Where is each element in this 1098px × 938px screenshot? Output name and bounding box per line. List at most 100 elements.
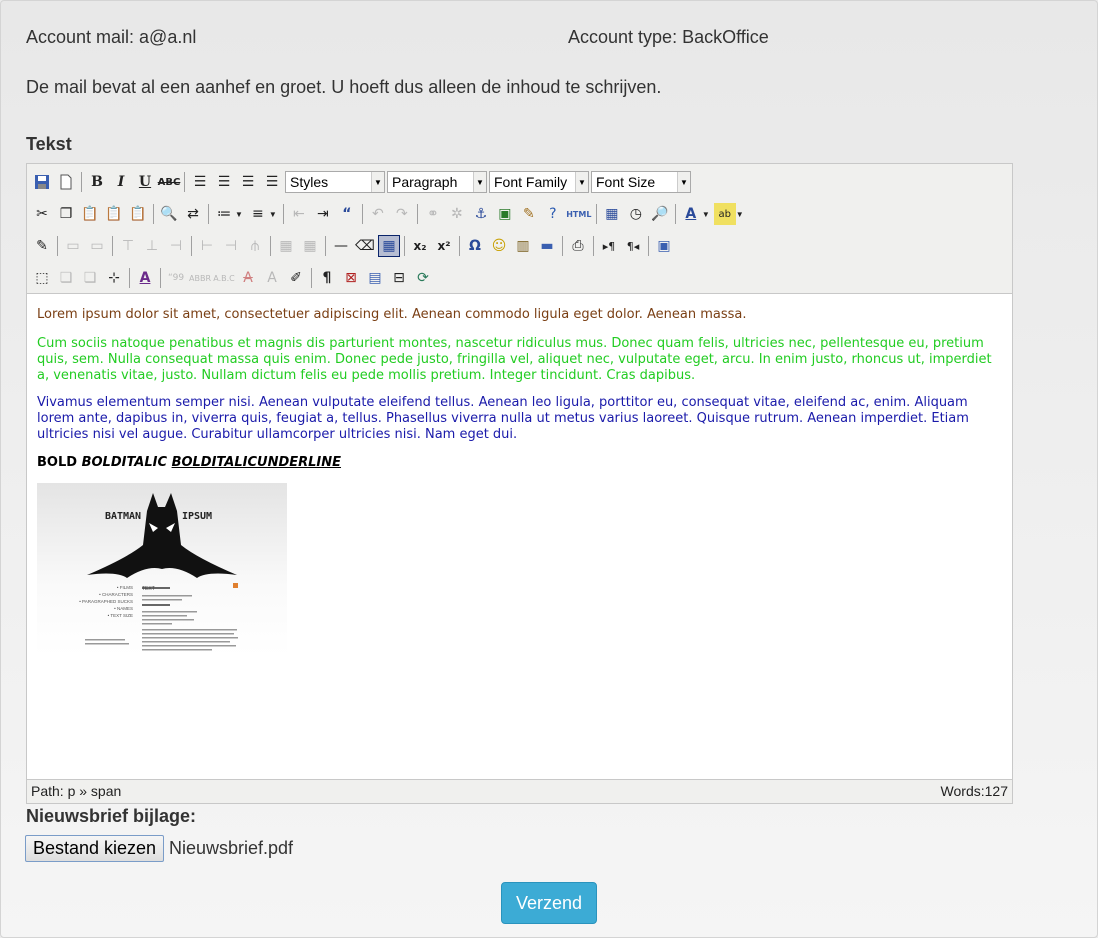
bold-text: BOLD [37, 455, 78, 470]
move-backward-icon[interactable]: ❏ [79, 267, 101, 289]
choose-file-button[interactable]: Bestand kiezen [25, 835, 164, 862]
nonbreaking-icon[interactable]: ⊠ [340, 267, 362, 289]
style-props-icon[interactable]: A [134, 267, 156, 289]
italic-icon[interactable]: I [110, 171, 132, 193]
ltr-icon[interactable]: ▸¶ [598, 235, 620, 257]
text-color-icon[interactable]: A [680, 203, 702, 225]
submit-button[interactable]: Verzend [501, 882, 597, 924]
split-cells-icon[interactable]: ⫛ [244, 235, 266, 257]
absolute-icon[interactable]: ⊹ [103, 267, 125, 289]
new-document-icon[interactable] [55, 171, 77, 193]
special-char-icon[interactable]: Ω [464, 235, 486, 257]
chevron-down-icon[interactable]: ▼ [235, 210, 243, 219]
help-icon[interactable]: ? [542, 203, 564, 225]
cleanup-icon[interactable]: ✎ [518, 203, 540, 225]
insert-date-icon[interactable]: ▦ [601, 203, 623, 225]
anchor-icon[interactable]: ⚓ [470, 203, 492, 225]
styles-select[interactable]: Styles ▼ [285, 171, 385, 193]
indent-icon[interactable]: ⇥ [312, 203, 334, 225]
account-type: Account type: BackOffice [568, 27, 769, 47]
insert-row-icon[interactable]: ▭ [62, 235, 84, 257]
move-forward-icon[interactable]: ❏ [55, 267, 77, 289]
bullet-list-icon[interactable]: ≔ [213, 203, 235, 225]
align-left-icon[interactable]: ☰ [189, 171, 211, 193]
subscript-icon[interactable]: x₂ [409, 235, 431, 257]
bold-icon[interactable]: B [86, 171, 108, 193]
toolbar-separator [191, 236, 192, 256]
font-size-select[interactable]: Font Size ▼ [591, 171, 691, 193]
numbered-list-icon[interactable]: ≡ [247, 203, 269, 225]
batman-image-art: BATMAN IPSUM TEXT • FILMS • CHARACTERS •… [79, 493, 238, 651]
toolbar-separator [674, 204, 676, 224]
page-break-icon[interactable]: ⊟ [388, 267, 410, 289]
row-before-icon[interactable]: ⊤ [117, 235, 139, 257]
col-before-icon[interactable]: ⊢ [196, 235, 218, 257]
editor-content[interactable]: Lorem ipsum dolor sit amet, consectetuer… [27, 293, 1012, 780]
delete-row-icon[interactable]: ▭ [86, 235, 108, 257]
merge-cells-icon[interactable]: ▦ [299, 235, 321, 257]
superscript-icon[interactable]: x² [433, 235, 455, 257]
rtl-icon[interactable]: ¶◂ [622, 235, 644, 257]
outdent-icon[interactable]: ⇤ [288, 203, 310, 225]
delete-col-icon[interactable]: ⊣ [165, 235, 187, 257]
insert-text-icon[interactable]: A [261, 267, 283, 289]
delete-text-icon[interactable]: A [237, 267, 259, 289]
advanced-hr-icon[interactable]: ▬ [536, 235, 558, 257]
insert-time-icon[interactable]: ◷ [625, 203, 647, 225]
chevron-down-icon[interactable]: ▼ [702, 210, 710, 219]
font-family-select[interactable]: Font Family ▼ [489, 171, 589, 193]
preview-icon[interactable]: 🔎 [649, 203, 671, 225]
blockquote-icon[interactable]: “ [336, 203, 358, 225]
unlink-icon[interactable]: ✲ [446, 203, 468, 225]
undo-icon[interactable]: ↶ [367, 203, 389, 225]
chevron-down-icon[interactable]: ▼ [269, 210, 277, 219]
paragraph-select[interactable]: Paragraph ▼ [387, 171, 487, 193]
fullscreen-icon[interactable]: ▣ [653, 235, 675, 257]
template-icon[interactable]: ▤ [364, 267, 386, 289]
link-icon[interactable]: ⚭ [422, 203, 444, 225]
eraser-icon[interactable]: ⌫ [354, 235, 376, 257]
chevron-down-icon[interactable]: ▼ [736, 210, 744, 219]
html-source-icon[interactable]: HTML [566, 203, 592, 225]
image-menu-item: • NAMES [114, 606, 133, 611]
abbr-icon[interactable]: ABBR [189, 267, 211, 289]
background-color-icon[interactable]: ab [713, 203, 736, 225]
bolditalic-text: BOLDITALIC [81, 455, 168, 470]
embedded-image[interactable]: BATMAN IPSUM TEXT • FILMS • CHARACTERS •… [37, 483, 287, 656]
media-icon[interactable]: ▥ [512, 235, 534, 257]
cite-icon[interactable]: “99 [165, 267, 187, 289]
copy-icon[interactable]: ❐ [55, 203, 77, 225]
strikethrough-icon[interactable]: ABC [158, 171, 181, 193]
toolbar-separator [361, 204, 363, 224]
visual-chars-icon[interactable]: ¶ [316, 267, 338, 289]
horizontal-rule-icon[interactable]: — [330, 235, 352, 257]
visual-aid-icon[interactable]: ⟳ [412, 267, 434, 289]
underline-icon[interactable]: U [134, 171, 156, 193]
redo-icon[interactable]: ↷ [391, 203, 413, 225]
emoticon-icon[interactable]: ☺ [488, 235, 510, 257]
toolbar-separator [404, 236, 405, 256]
cut-icon[interactable]: ✂ [31, 203, 53, 225]
font-size-select-label: Font Size [596, 174, 656, 190]
align-right-icon[interactable]: ☰ [237, 171, 259, 193]
print-icon[interactable]: ⎙ [567, 235, 589, 257]
paste-icon[interactable]: 📋 [79, 203, 101, 225]
toolbar-row-4: ⬚ ❏ ❏ ⊹ A “99 ABBR A.B.C A A ✐ ¶ ⊠ ▤ ⊟ ⟳ [31, 265, 436, 291]
insert-layer-icon[interactable]: ⬚ [31, 267, 53, 289]
align-justify-icon[interactable]: ☰ [261, 171, 283, 193]
attributes-icon[interactable]: ✐ [285, 267, 307, 289]
col-after-icon[interactable]: ⊣ [220, 235, 242, 257]
table-props-icon[interactable]: ▦ [275, 235, 297, 257]
row-after-icon[interactable]: ⊥ [141, 235, 163, 257]
toolbar-separator [270, 236, 271, 256]
acronym-icon[interactable]: A.B.C [213, 267, 235, 289]
save-icon[interactable] [31, 171, 53, 193]
edit-icon[interactable]: ✎ [31, 235, 53, 257]
replace-icon[interactable]: ⇄ [182, 203, 204, 225]
paste-text-icon[interactable]: 📋 [103, 203, 125, 225]
paste-word-icon[interactable]: 📋 [127, 203, 149, 225]
align-center-icon[interactable]: ☰ [213, 171, 235, 193]
find-icon[interactable]: 🔍 [158, 203, 180, 225]
table-icon[interactable]: ▦ [378, 235, 400, 257]
image-icon[interactable]: ▣ [494, 203, 516, 225]
